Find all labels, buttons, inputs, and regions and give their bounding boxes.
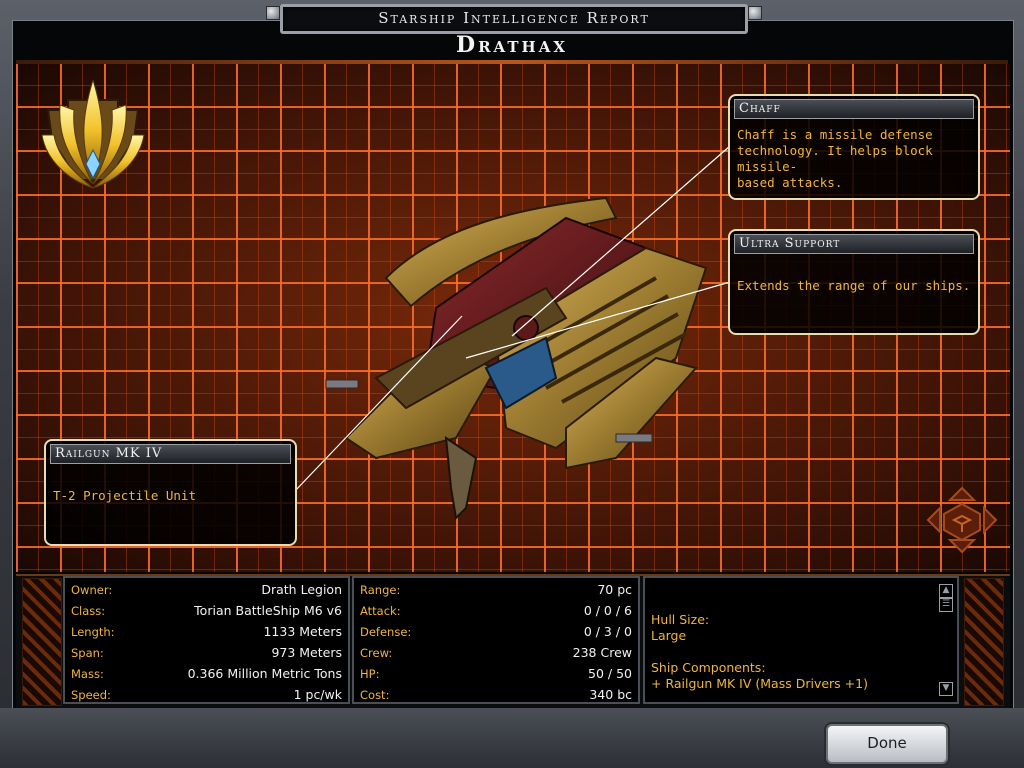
panel-hatch-left bbox=[22, 578, 62, 706]
callout-railgun: Railgun MK IV T-2 Projectile Unit bbox=[44, 439, 297, 546]
callout-text: T-2 Projectile Unit bbox=[46, 464, 295, 504]
description-text: Hull Size: Large Ship Components: + Rail… bbox=[651, 612, 921, 692]
stat-row: Attack: 0 / 0 / 6 bbox=[360, 601, 632, 622]
component-item: + Railgun MK IV (Mass Drivers +1) bbox=[651, 676, 868, 691]
hull-size-value: Large bbox=[651, 628, 687, 643]
stat-value: 238 Crew bbox=[572, 645, 632, 660]
spec-row: Mass: 0.366 Million Metric Tons bbox=[71, 664, 342, 685]
stat-label: Attack: bbox=[360, 604, 401, 618]
stat-label: Defense: bbox=[360, 625, 412, 639]
callout-line: based attacks. bbox=[737, 175, 843, 190]
callout-text: Extends the range of our ships. bbox=[730, 254, 978, 294]
scroll-up-icon[interactable]: ▲ bbox=[939, 584, 953, 598]
stat-row: Defense: 0 / 3 / 0 bbox=[360, 622, 632, 643]
spec-value: Torian BattleShip M6 v6 bbox=[194, 603, 342, 618]
rotate-view-icon[interactable] bbox=[926, 486, 998, 554]
callout-title: Chaff bbox=[734, 99, 974, 119]
spec-row: Class: Torian BattleShip M6 v6 bbox=[71, 601, 342, 622]
callout-line: Chaff is a missile defense bbox=[737, 127, 933, 142]
stat-label: Cost: bbox=[360, 688, 390, 702]
callout-chaff: Chaff Chaff is a missile defense technol… bbox=[728, 94, 980, 200]
window-titlebar: Starship Intelligence Report bbox=[280, 4, 748, 34]
callout-title: Railgun MK IV bbox=[50, 444, 291, 464]
callout-ultra-support: Ultra Support Extends the range of our s… bbox=[728, 229, 980, 335]
spec-value: 973 Meters bbox=[271, 645, 342, 660]
scroll-thumb[interactable]: ☰ bbox=[939, 598, 953, 612]
callout-line: T-2 Projectile Unit bbox=[53, 488, 196, 503]
spec-label: Class: bbox=[71, 604, 106, 618]
ship-name: Drathax bbox=[456, 32, 568, 58]
callout-text: Chaff is a missile defense technology. I… bbox=[730, 119, 978, 191]
ship-model[interactable] bbox=[316, 188, 720, 528]
hull-size-label: Hull Size: bbox=[651, 612, 710, 627]
frame-bolt bbox=[748, 6, 762, 20]
spec-row: Length: 1133 Meters bbox=[71, 622, 342, 643]
stat-label: Crew: bbox=[360, 646, 393, 660]
spec-value: 0.366 Million Metric Tons bbox=[187, 666, 342, 681]
stat-value: 340 bc bbox=[589, 687, 632, 702]
spec-value: 1133 Meters bbox=[263, 624, 342, 639]
frame-bolt bbox=[266, 6, 280, 20]
spec-row: Owner: Drath Legion bbox=[71, 580, 342, 601]
done-button[interactable]: Done bbox=[826, 724, 948, 764]
callout-line: technology. It helps block missile- bbox=[737, 143, 933, 174]
stat-row: Crew: 238 Crew bbox=[360, 643, 632, 664]
spec-label: Speed: bbox=[71, 688, 111, 702]
ship-specs-panel: Owner: Drath Legion Class: Torian Battle… bbox=[63, 576, 350, 704]
spec-label: Mass: bbox=[71, 667, 104, 681]
spec-row: Speed: 1 pc/wk bbox=[71, 685, 342, 706]
spec-row: Span: 973 Meters bbox=[71, 643, 342, 664]
stat-row: HP: 50 / 50 bbox=[360, 664, 632, 685]
stat-label: Range: bbox=[360, 583, 401, 597]
callout-line: Extends the range of our ships. bbox=[737, 278, 971, 293]
spec-value: 1 pc/wk bbox=[293, 687, 342, 702]
spec-value: Drath Legion bbox=[261, 582, 342, 597]
spec-label: Length: bbox=[71, 625, 115, 639]
stat-value: 0 / 0 / 6 bbox=[583, 603, 632, 618]
stat-value: 70 pc bbox=[597, 582, 632, 597]
callout-title: Ultra Support bbox=[734, 234, 974, 254]
spec-label: Span: bbox=[71, 646, 104, 660]
spec-label: Owner: bbox=[71, 583, 113, 597]
panel-hatch-right bbox=[964, 578, 1004, 706]
stat-label: HP: bbox=[360, 667, 380, 681]
ship-description-panel[interactable]: Hull Size: Large Ship Components: + Rail… bbox=[643, 576, 959, 704]
components-label: Ship Components: bbox=[651, 660, 766, 675]
stat-value: 0 / 3 / 0 bbox=[583, 624, 632, 639]
stat-row: Cost: 340 bc bbox=[360, 685, 632, 706]
stat-value: 50 / 50 bbox=[588, 666, 632, 681]
window-title: Starship Intelligence Report bbox=[378, 9, 650, 27]
drath-faction-emblem-icon bbox=[41, 80, 145, 189]
stat-row: Range: 70 pc bbox=[360, 580, 632, 601]
combat-stats-panel: Range: 70 pc Attack: 0 / 0 / 6 Defense: … bbox=[352, 576, 640, 704]
scroll-down-icon[interactable]: ▼ bbox=[939, 682, 953, 696]
